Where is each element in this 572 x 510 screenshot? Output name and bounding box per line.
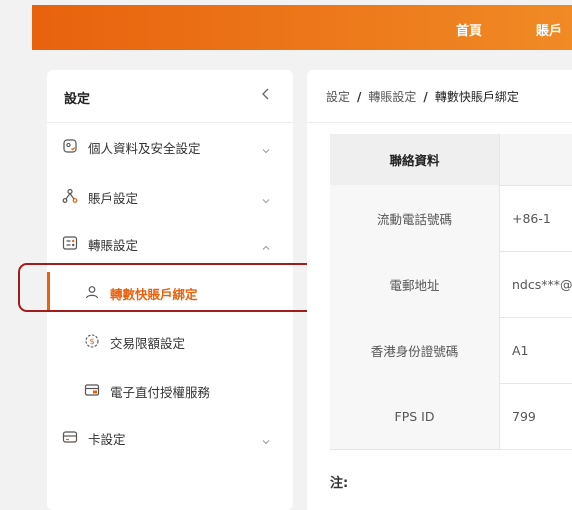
chevron-up-icon	[261, 238, 271, 250]
sidebar-item-account-settings[interactable]: 賬戶設定	[47, 176, 293, 216]
sidebar-item-label: 個人資料及安全設定	[88, 141, 201, 156]
row-value-hkid: A1	[512, 342, 529, 358]
breadcrumb-item-settings[interactable]: 設定	[326, 90, 350, 104]
table-row: 香港身份證號碼 A1	[330, 317, 572, 384]
row-value-mobile: +86-1	[512, 210, 551, 226]
sidebar-header: 設定	[47, 70, 293, 123]
breadcrumb-item-current: 轉數快賬戶綁定	[434, 90, 519, 104]
content-divider	[307, 122, 572, 123]
table-row: 流動電話號碼 +86-1	[330, 185, 572, 252]
row-value-fps-id: 799	[512, 408, 536, 424]
sidebar-item-edda-service[interactable]: 電子直付授權服務	[47, 370, 293, 410]
chevron-down-icon	[261, 432, 271, 445]
nav-home[interactable]: 首頁	[456, 20, 482, 39]
row-label-mobile: 流動電話號碼	[330, 185, 500, 251]
sidebar-item-card-settings[interactable]: 卡設定	[47, 417, 293, 457]
edda-card-icon	[84, 382, 100, 398]
table-row: 電郵地址 ndcs***@	[330, 251, 572, 318]
chevron-down-icon	[261, 141, 271, 154]
sidebar-item-transaction-limit[interactable]: $ 交易限額設定	[47, 321, 293, 361]
row-label-email: 電郵地址	[330, 251, 500, 317]
sidebar-item-label: 轉賬設定	[88, 238, 139, 253]
table-header-label: 聯絡資料	[330, 134, 500, 185]
svg-text:$: $	[89, 337, 94, 346]
breadcrumb-separator: /	[423, 90, 428, 104]
sidebar-title: 設定	[64, 92, 91, 107]
sidebar-item-label: 卡設定	[88, 432, 126, 447]
sidebar-item-transfer-settings[interactable]: 轉賬設定	[47, 223, 293, 263]
row-label-fps-id: FPS ID	[330, 383, 500, 449]
account-tree-icon	[62, 188, 78, 204]
sidebar-item-label: 交易限額設定	[110, 336, 186, 351]
sidebar-item-label: 電子直付授權服務	[110, 385, 211, 400]
table-header-row: 聯絡資料	[330, 134, 572, 186]
highlight-annotation-box	[18, 263, 318, 312]
top-navigation-bar: 首頁 賬戶	[32, 5, 572, 50]
sidebar-item-label: 賬戶設定	[88, 191, 139, 206]
table-row: FPS ID 799	[330, 383, 572, 450]
note-label: 注:	[330, 476, 349, 491]
nav-account[interactable]: 賬戶	[536, 20, 562, 39]
profile-shield-icon	[62, 138, 78, 154]
transfer-settings-icon	[62, 235, 78, 251]
breadcrumb-separator: /	[357, 90, 362, 104]
table-header-value	[500, 134, 572, 185]
main-content: 設定 / 轉賬設定 / 轉數快賬戶綁定 聯絡資料 流動電話號碼 +86-1 電郵地址 n…	[307, 70, 572, 510]
sidebar-item-profile-security[interactable]: 個人資料及安全設定	[47, 126, 293, 166]
breadcrumb: 設定 / 轉賬設定 / 轉數快賬戶綁定	[326, 88, 519, 105]
row-label-hkid: 香港身份證號碼	[330, 317, 500, 383]
row-value-email: ndcs***@	[512, 276, 572, 292]
dollar-circle-icon: $	[84, 333, 100, 349]
card-icon	[62, 429, 78, 445]
chevron-down-icon	[261, 191, 271, 204]
chevron-left-icon[interactable]	[257, 84, 275, 104]
breadcrumb-item-transfer-settings[interactable]: 轉賬設定	[368, 90, 416, 104]
